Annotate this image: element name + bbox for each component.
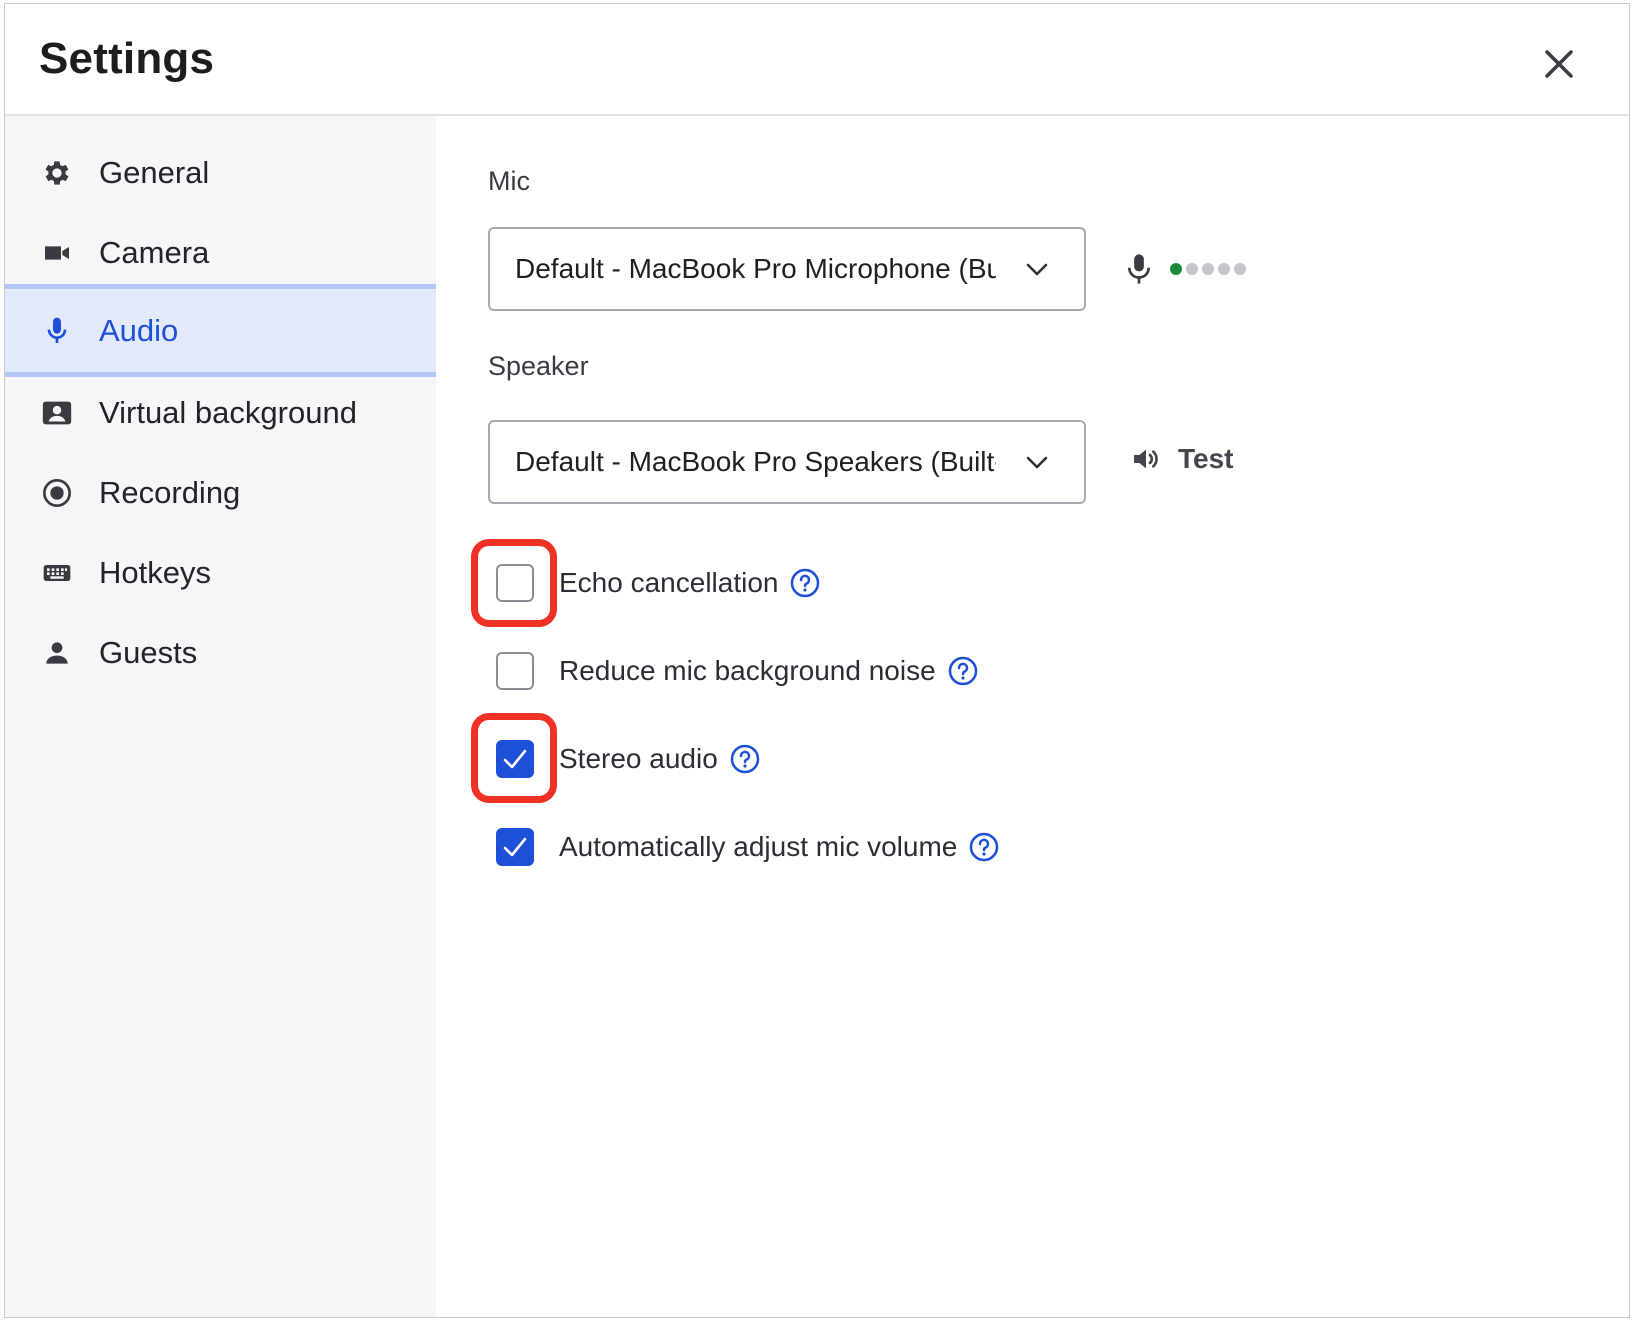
chevron-down-icon	[1026, 456, 1048, 469]
microphone-icon	[39, 313, 75, 349]
sidebar-item-hotkeys[interactable]: Hotkeys	[5, 531, 436, 614]
mic-select-value: Default - MacBook Pro Microphone (Built-…	[515, 253, 996, 284]
gear-icon	[39, 155, 75, 191]
chevron-down-icon	[1026, 263, 1048, 276]
sidebar-item-label: Audio	[99, 312, 179, 348]
checkmark-icon	[503, 837, 527, 857]
sidebar-item-audio[interactable]: Audio	[5, 284, 436, 377]
sidebar-item-recording[interactable]: Recording	[5, 451, 436, 534]
option-label: Echo cancellation	[559, 567, 779, 598]
help-icon[interactable]	[790, 568, 820, 598]
speaker-volume-icon	[1134, 449, 1158, 469]
option-stereo-audio: Stereo audio	[496, 737, 760, 781]
sidebar-item-label: Hotkeys	[99, 554, 211, 590]
person-icon	[39, 635, 75, 671]
speaker-test-label: Test	[1178, 443, 1234, 474]
mic-level-dot	[1186, 263, 1198, 275]
mic-level-dot	[1170, 263, 1182, 275]
option-echo-cancellation: Echo cancellation	[496, 561, 820, 605]
settings-dialog: Settings General Camera Audio Virtual ba…	[4, 3, 1630, 1318]
sidebar-item-label: Recording	[99, 474, 241, 510]
option-label: Reduce mic background noise	[559, 655, 936, 686]
sidebar-item-label: Guests	[99, 634, 198, 670]
settings-sidebar: General Camera Audio Virtual background …	[5, 116, 436, 1317]
record-icon	[39, 475, 75, 511]
dialog-header: Settings	[5, 4, 1629, 116]
close-icon	[1545, 50, 1573, 78]
mic-level-dots	[1170, 263, 1250, 275]
microphone-icon	[1127, 254, 1151, 284]
close-button[interactable]	[1537, 42, 1581, 86]
option-auto-adjust-volume: Automatically adjust mic volume	[496, 825, 999, 869]
echo-cancellation-checkbox[interactable]	[496, 564, 534, 602]
mic-level-dot	[1218, 263, 1230, 275]
speaker-select-value: Default - MacBook Pro Speakers (Built-in…	[515, 446, 996, 477]
mic-level-dot	[1234, 263, 1246, 275]
option-label: Automatically adjust mic volume	[559, 831, 958, 862]
mic-label: Mic	[488, 166, 530, 196]
speaker-test-button[interactable]: Test	[1130, 443, 1234, 475]
video-camera-icon	[39, 235, 75, 271]
checkmark-icon	[503, 749, 527, 769]
option-reduce-noise: Reduce mic background noise	[496, 649, 978, 693]
sidebar-item-guests[interactable]: Guests	[5, 611, 436, 694]
sidebar-item-camera[interactable]: Camera	[5, 211, 436, 294]
audio-settings-panel: Mic Default - MacBook Pro Microphone (Bu…	[436, 116, 1629, 1317]
sidebar-item-label: General	[99, 154, 210, 190]
portrait-icon	[39, 395, 75, 431]
sidebar-item-virtual-background[interactable]: Virtual background	[5, 371, 436, 454]
stereo-audio-checkbox[interactable]	[496, 740, 534, 778]
reduce-noise-checkbox[interactable]	[496, 652, 534, 690]
speaker-label: Speaker	[488, 351, 589, 381]
mic-select[interactable]: Default - MacBook Pro Microphone (Built-…	[488, 227, 1086, 311]
sidebar-item-label: Virtual background	[99, 394, 357, 430]
sidebar-item-general[interactable]: General	[5, 131, 436, 214]
speaker-select[interactable]: Default - MacBook Pro Speakers (Built-in…	[488, 420, 1086, 504]
help-icon[interactable]	[969, 832, 999, 862]
help-icon[interactable]	[948, 656, 978, 686]
dialog-title: Settings	[39, 34, 215, 83]
sidebar-item-label: Camera	[99, 234, 210, 270]
option-label: Stereo audio	[559, 743, 718, 774]
auto-adjust-volume-checkbox[interactable]	[496, 828, 534, 866]
help-icon[interactable]	[730, 744, 760, 774]
mic-level-dot	[1202, 263, 1214, 275]
keyboard-icon	[39, 555, 75, 591]
mic-level-indicator	[1124, 252, 1250, 286]
